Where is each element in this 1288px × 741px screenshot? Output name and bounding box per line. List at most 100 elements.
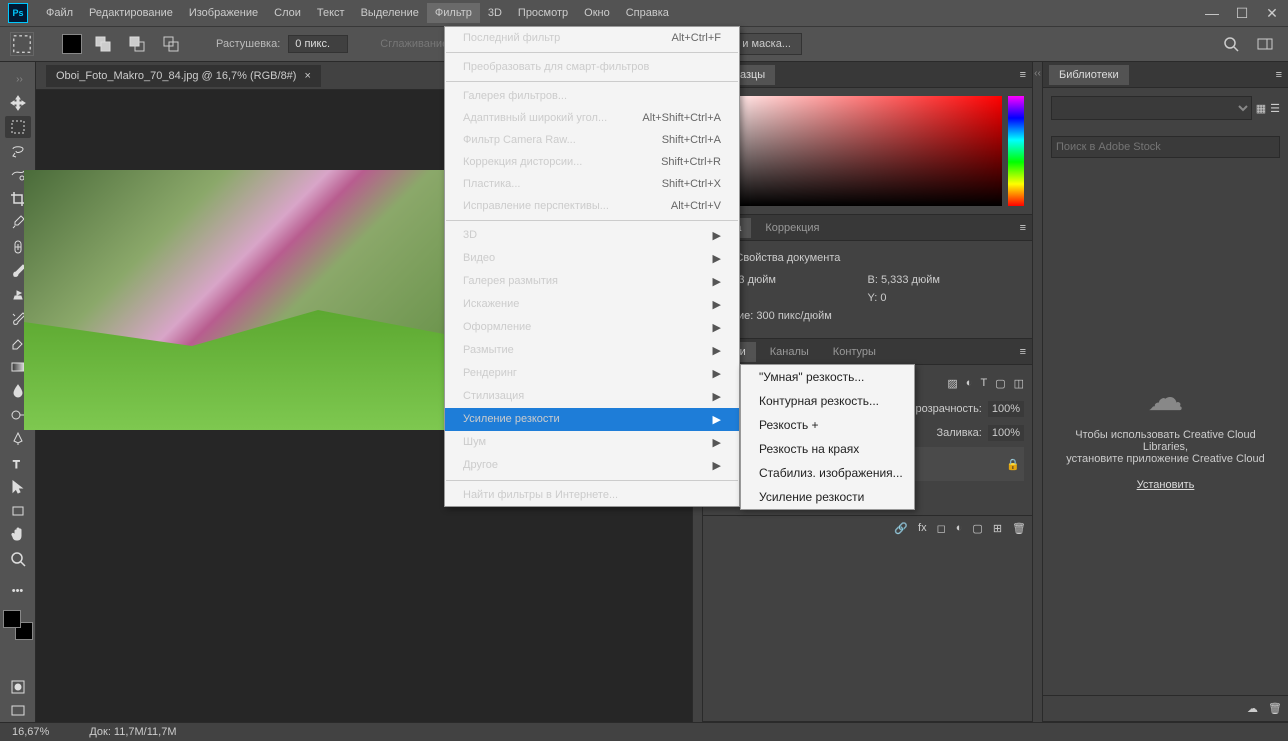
filter-item[interactable]: Пластика...Shift+Ctrl+X — [445, 173, 739, 195]
panel-menu-icon[interactable]: ≡ — [1020, 222, 1026, 234]
menu-файл[interactable]: Файл — [38, 3, 81, 23]
stock-search-input[interactable] — [1051, 136, 1280, 158]
filter-item[interactable]: Галерея размытия▶ — [445, 270, 739, 293]
zoom-tool[interactable] — [5, 548, 31, 570]
filter-item[interactable]: Оформление▶ — [445, 316, 739, 339]
close-button[interactable]: ✕ — [1264, 5, 1280, 21]
filter-item[interactable]: Последний фильтрAlt+Ctrl+F — [445, 27, 739, 49]
path-selection-tool[interactable] — [5, 476, 31, 498]
menu-справка[interactable]: Справка — [618, 3, 677, 23]
subtract-selection-icon[interactable] — [124, 33, 150, 55]
close-tab-icon[interactable]: × — [304, 70, 310, 82]
workspace-icon[interactable] — [1252, 33, 1278, 55]
channels-tab[interactable]: Каналы — [760, 342, 819, 362]
delete-layer-icon[interactable]: 🗑 — [1012, 522, 1026, 535]
group-icon[interactable]: ▢ — [972, 522, 982, 535]
type-tool[interactable]: T — [5, 452, 31, 474]
new-layer-icon[interactable]: ⊞ — [993, 522, 1002, 535]
paths-tab[interactable]: Контуры — [823, 342, 886, 362]
sharpen-item[interactable]: "Умная" резкость... — [741, 365, 914, 389]
collapsed-panels-strip-2[interactable]: ‹‹ — [1032, 62, 1042, 722]
filter-shape-icon[interactable]: ▢ — [995, 377, 1005, 390]
install-link[interactable]: Установить — [1057, 479, 1274, 491]
filter-item[interactable]: Шум▶ — [445, 431, 739, 454]
edit-toolbar-icon[interactable]: ••• — [5, 580, 31, 602]
filter-item[interactable]: Размытие▶ — [445, 339, 739, 362]
sharpen-item[interactable]: Стабилиз. изображения... — [741, 461, 914, 485]
marquee-tool-preset-icon[interactable] — [10, 32, 34, 56]
filter-item[interactable]: Фильтр Camera Raw...Shift+Ctrl+A — [445, 129, 739, 151]
pen-tool[interactable] — [5, 428, 31, 450]
foreground-color-swatch[interactable] — [3, 610, 21, 628]
filter-pixel-icon[interactable]: ▨ — [947, 377, 957, 390]
filter-item[interactable]: Адаптивный широкий угол...Alt+Shift+Ctrl… — [445, 107, 739, 129]
zoom-level[interactable]: 16,67% — [12, 726, 49, 738]
grid-view-icon[interactable]: ▦ — [1256, 102, 1266, 115]
filter-item[interactable]: Коррекция дисторсии...Shift+Ctrl+R — [445, 151, 739, 173]
feather-input[interactable] — [288, 35, 348, 53]
sharpen-item[interactable]: Резкость на краях — [741, 437, 914, 461]
color-field[interactable] — [711, 96, 1002, 206]
prop-height: В: 5,333 дюйм — [868, 274, 1019, 286]
filter-item[interactable]: Стилизация▶ — [445, 385, 739, 408]
menu-3d[interactable]: 3D — [480, 3, 510, 23]
filter-item[interactable]: Усиление резкости▶ — [445, 408, 739, 431]
menu-окно[interactable]: Окно — [576, 3, 618, 23]
panel-menu-icon[interactable]: ≡ — [1020, 69, 1026, 81]
menu-текст[interactable]: Текст — [309, 3, 353, 23]
marquee-tool[interactable] — [5, 116, 31, 138]
list-view-icon[interactable]: ☰ — [1270, 102, 1280, 115]
color-swatches[interactable] — [3, 610, 33, 640]
add-selection-icon[interactable] — [90, 33, 116, 55]
filter-item[interactable]: Найти фильтры в Интернете... — [445, 484, 739, 506]
rectangle-tool[interactable] — [5, 500, 31, 522]
screen-mode-icon[interactable] — [5, 700, 31, 722]
adjustments-tab[interactable]: Коррекция — [755, 218, 829, 238]
panel-menu-icon[interactable]: ≡ — [1276, 69, 1282, 81]
filter-item[interactable]: 3D▶ — [445, 224, 739, 247]
sharpen-item[interactable]: Усиление резкости — [741, 485, 914, 509]
filter-item[interactable]: Галерея фильтров... — [445, 85, 739, 107]
menu-редактирование[interactable]: Редактирование — [81, 3, 181, 23]
filter-adjust-icon[interactable]: ◐ — [966, 377, 973, 389]
layer-mask-icon[interactable]: ◻ — [937, 522, 946, 535]
hand-tool[interactable] — [5, 524, 31, 546]
menu-изображение[interactable]: Изображение — [181, 3, 266, 23]
menu-фильтр[interactable]: Фильтр — [427, 3, 480, 23]
maximize-button[interactable]: ☐ — [1234, 5, 1250, 21]
fill-value[interactable]: 100% — [988, 425, 1024, 441]
sharpen-item[interactable]: Контурная резкость... — [741, 389, 914, 413]
menu-просмотр[interactable]: Просмотр — [510, 3, 576, 23]
filter-type-icon[interactable]: T — [980, 377, 987, 389]
filter-item[interactable]: Видео▶ — [445, 247, 739, 270]
filter-item[interactable]: Преобразовать для смарт-фильтров — [445, 56, 739, 78]
library-select[interactable] — [1051, 96, 1252, 120]
document-tab[interactable]: Oboi_Foto_Makro_70_84.jpg @ 16,7% (RGB/8… — [46, 65, 321, 87]
filter-item[interactable]: Другое▶ — [445, 454, 739, 477]
cloud-sync-icon[interactable]: ☁ — [1247, 702, 1258, 715]
menu-слои[interactable]: Слои — [266, 3, 309, 23]
opacity-value[interactable]: 100% — [988, 401, 1024, 417]
link-layers-icon[interactable]: 🔗 — [894, 522, 908, 535]
search-icon[interactable] — [1218, 33, 1244, 55]
lasso-tool[interactable] — [5, 140, 31, 162]
delete-icon[interactable]: 🗑 — [1268, 702, 1282, 715]
minimize-button[interactable]: — — [1204, 5, 1220, 21]
fill-label: Заливка: — [936, 427, 981, 439]
filter-item[interactable]: Искажение▶ — [445, 293, 739, 316]
panel-menu-icon[interactable]: ≡ — [1020, 346, 1026, 358]
layer-style-icon[interactable]: fx — [918, 522, 927, 535]
filter-smart-icon[interactable]: ◫ — [1014, 377, 1024, 390]
filter-item[interactable]: Исправление перспективы...Alt+Ctrl+V — [445, 195, 739, 217]
color-picker[interactable] — [711, 96, 1024, 206]
libraries-tab[interactable]: Библиотеки — [1049, 65, 1129, 85]
intersect-selection-icon[interactable] — [158, 33, 184, 55]
filter-item[interactable]: Рендеринг▶ — [445, 362, 739, 385]
sharpen-item[interactable]: Резкость + — [741, 413, 914, 437]
adjustment-layer-icon[interactable]: ◐ — [956, 522, 963, 535]
move-tool[interactable] — [5, 92, 31, 114]
new-selection-icon[interactable] — [62, 34, 82, 54]
menu-выделение[interactable]: Выделение — [353, 3, 427, 23]
quick-mask-icon[interactable] — [5, 676, 31, 698]
hue-slider[interactable] — [1008, 96, 1024, 206]
